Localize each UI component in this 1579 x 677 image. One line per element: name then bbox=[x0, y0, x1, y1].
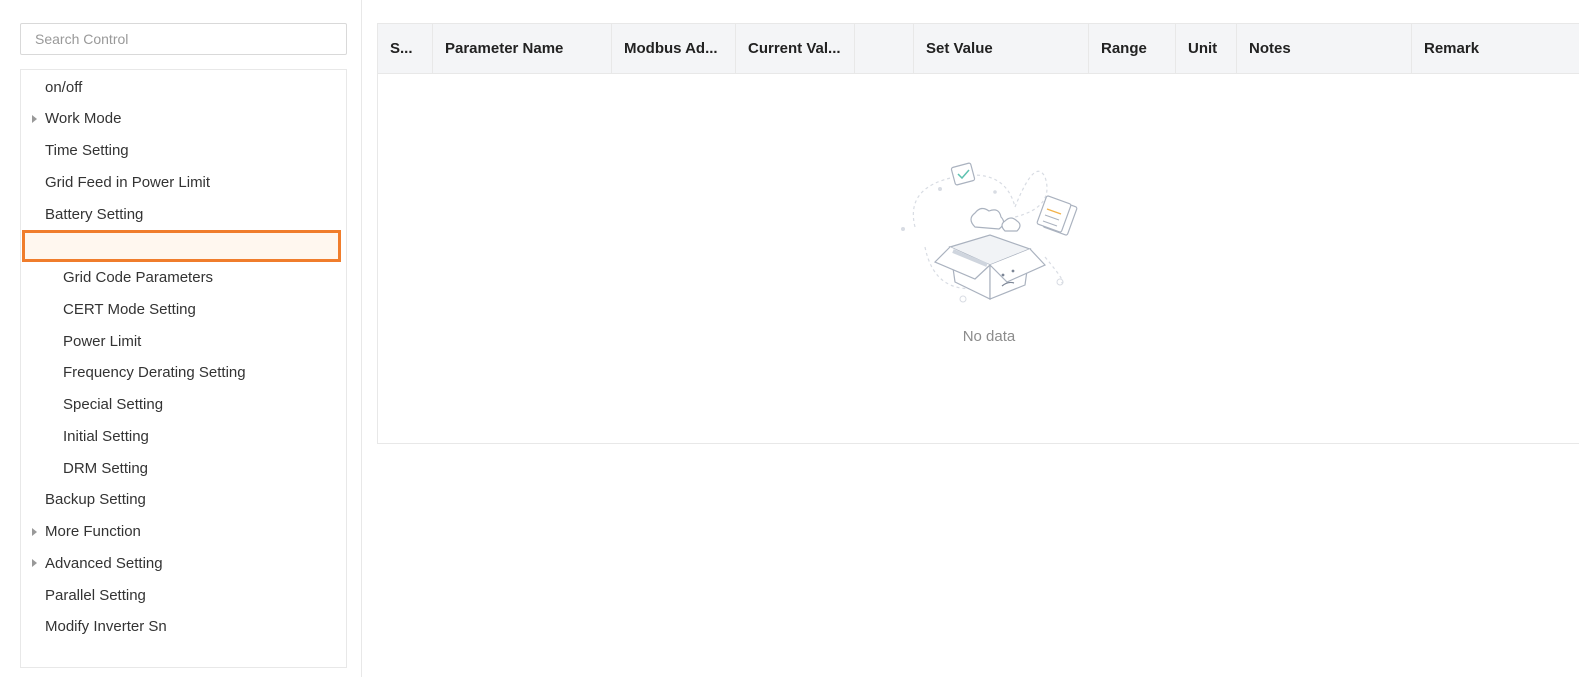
column-header-set-value: Set Value bbox=[914, 24, 1089, 73]
tree-item-label: Parallel Setting bbox=[45, 586, 146, 604]
caret-down-icon[interactable] bbox=[30, 243, 38, 249]
tree-item-advanced-setting[interactable]: Advanced Setting bbox=[21, 547, 346, 579]
tree-item-frequency-derating-setting[interactable]: Frequency Derating Setting bbox=[21, 357, 346, 389]
tree-item-on-off[interactable]: on/off bbox=[21, 71, 346, 103]
tree-item-grid-code-setting[interactable]: Grid Code Setting bbox=[21, 230, 346, 262]
control-tree: on/off Work Mode Time Setting Grid Feed in … bbox=[20, 69, 347, 668]
search-input[interactable] bbox=[20, 23, 347, 55]
tree-item-parallel-setting[interactable]: Parallel Setting bbox=[21, 579, 346, 611]
caret-right-icon[interactable] bbox=[32, 527, 37, 536]
tree-item-label: Initial Setting bbox=[63, 427, 149, 445]
empty-box-icon bbox=[901, 162, 1078, 303]
tree-item-initial-setting[interactable]: Initial Setting bbox=[21, 420, 346, 452]
caret-right-icon[interactable] bbox=[32, 114, 37, 123]
column-header-current-val: Current Val... bbox=[736, 24, 855, 73]
column-header-remark: Remark bbox=[1424, 40, 1480, 57]
tree-item-label: Grid Code Setting bbox=[45, 237, 165, 255]
tree-item-label: Modify Inverter Sn bbox=[45, 618, 167, 636]
tree-item-grid-code-parameters[interactable]: Grid Code Parameters bbox=[21, 262, 346, 294]
tree-item-more-function[interactable]: More Function bbox=[21, 516, 346, 548]
parameter-table: S... Parameter Name Modbus Ad... Current Va… bbox=[377, 23, 1579, 444]
caret-right-icon[interactable] bbox=[32, 559, 37, 568]
tree-item-label: Grid Feed in Power Limit bbox=[45, 173, 211, 191]
tree-item-power-limit[interactable]: Power Limit bbox=[21, 325, 346, 357]
tree-item-label: CERT Mode Setting bbox=[63, 300, 196, 318]
tree-item-special-setting[interactable]: Special Setting bbox=[21, 389, 346, 421]
tree-item-label: More Function bbox=[45, 523, 141, 540]
tree-item-label: Backup Setting bbox=[45, 491, 146, 509]
tree-item-label: on/off bbox=[45, 78, 83, 96]
column-header-blank bbox=[855, 24, 914, 73]
tree-item-label: Frequency Derating Setting bbox=[63, 364, 246, 382]
tree-item-label: Power Limit bbox=[63, 332, 142, 350]
tree-item-battery-setting[interactable]: Battery Setting bbox=[21, 198, 346, 230]
tree-item-label: Advanced Setting bbox=[45, 554, 163, 572]
tree-item-label: Grid Code Parameters bbox=[63, 269, 214, 286]
column-header-parameter-name: Parameter Name bbox=[433, 24, 612, 73]
tree-item-cert-mode-setting[interactable]: CERT Mode Setting bbox=[21, 293, 346, 325]
tree-item-modify-inverter-sn[interactable]: Modify Inverter Sn bbox=[21, 611, 346, 643]
control-sidebar: on/off Work Mode Time Setting Grid Feed in … bbox=[0, 0, 362, 677]
tree-item-label: DRM Setting bbox=[63, 459, 149, 477]
tree-item-time-setting[interactable]: Time Setting bbox=[21, 135, 346, 167]
column-header-modbus-ad: Modbus Ad... bbox=[612, 24, 736, 73]
tree-item-label: Work Mode bbox=[45, 110, 122, 128]
column-header-notes: Notes bbox=[1237, 24, 1412, 73]
tree-item-grid-feed-in-power-limit[interactable]: Grid Feed in Power Limit bbox=[21, 166, 346, 198]
column-header-range: Range bbox=[1089, 24, 1176, 73]
table-header: S... Parameter Name Modbus Ad... Current Va… bbox=[378, 24, 1579, 74]
column-header-unit: Unit bbox=[1176, 24, 1237, 73]
tree-item-label: Time Setting bbox=[45, 142, 129, 159]
no-data-text: No data bbox=[962, 328, 1016, 345]
tree-item-work-mode[interactable]: Work Mode bbox=[21, 103, 346, 135]
tree-item-label: Battery Setting bbox=[45, 205, 144, 223]
tree-item-backup-setting[interactable]: Backup Setting bbox=[21, 484, 346, 516]
tree-item-drm-setting[interactable]: DRM Setting bbox=[21, 452, 346, 484]
column-header-s: S... bbox=[378, 24, 433, 73]
tree-item-label: Special Setting bbox=[63, 396, 164, 413]
empty-state: No data bbox=[378, 74, 1579, 444]
